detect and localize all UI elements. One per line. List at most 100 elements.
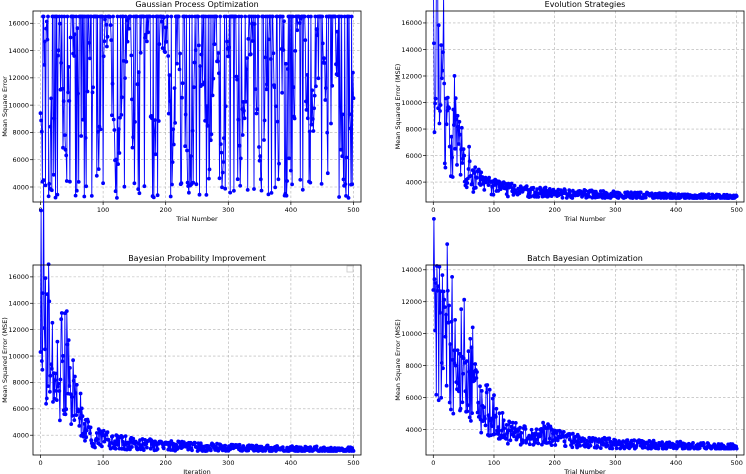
data-point [454,117,459,122]
data-point [447,303,451,308]
data-point [123,76,127,80]
data-point [165,14,170,19]
data-point [258,177,263,182]
data-point [610,446,615,451]
data-point [473,165,478,170]
data-point [56,53,60,58]
data-point [471,190,476,194]
data-point [463,389,468,394]
data-point [113,446,118,451]
data-point [432,277,437,282]
data-point [43,183,48,188]
data-point [438,109,442,113]
data-point [254,111,259,116]
data-point [460,161,465,165]
data-point [308,180,313,185]
data-point [250,39,255,43]
y-tick-label: 14000 [401,46,422,54]
x-tick-label: 300 [609,459,621,467]
data-point [434,392,439,397]
data-point [543,185,548,190]
data-point [43,276,48,280]
data-point [219,150,224,155]
data-point [495,428,499,433]
data-point [86,419,90,424]
data-point [169,14,174,19]
data-point [64,407,69,412]
data-point [105,430,110,435]
data-point [125,39,130,44]
data-point [106,438,111,442]
data-point [276,177,281,182]
data-point [42,326,47,330]
data-point [136,70,141,75]
data-point [529,427,534,432]
data-point [349,14,354,19]
data-point [39,208,43,213]
data-point [450,175,455,179]
data-point [527,442,532,447]
data-point [245,188,250,192]
data-point [489,416,494,421]
data-point [496,425,501,429]
data-point [41,14,46,19]
data-point [483,423,488,428]
data-point [351,70,355,75]
data-point [500,411,505,415]
data-point [185,180,190,185]
data-point [56,381,61,386]
data-point [142,184,147,189]
data-point [479,170,484,175]
data-point [146,30,151,35]
data-point [84,184,89,189]
y-tick-label: 16000 [8,20,29,28]
data-point [198,64,203,68]
data-point [238,156,243,161]
data-point [123,434,128,438]
data-point [87,41,92,45]
data-point [67,99,72,103]
data-point [337,195,341,199]
data-point [481,405,486,410]
data-point [39,129,44,134]
data-point [116,443,120,447]
data-point [218,142,223,147]
data-point [47,299,52,304]
data-point [171,142,176,147]
data-point [130,445,134,449]
data-point [190,448,194,453]
data-point [202,80,207,85]
data-point [455,348,460,353]
data-point [442,305,447,309]
data-point [458,172,463,177]
data-point [85,89,90,94]
data-point [204,193,209,197]
data-point [538,433,543,438]
x-tick-label: 100 [488,459,500,467]
data-point [44,26,48,31]
data-point [466,403,470,407]
data-point [442,81,447,86]
data-point [483,416,487,421]
data-point [444,312,448,317]
data-point [316,76,321,81]
y-tick-label: 10000 [401,330,422,338]
y-tick-label: 8000 [12,129,29,137]
data-point [734,194,739,199]
data-point [173,121,178,125]
data-point [226,54,231,59]
data-point [452,74,457,78]
data-point [199,52,204,57]
data-point [702,442,706,447]
data-point [77,424,82,428]
data-point [734,446,739,451]
data-point [486,413,491,418]
data-point [442,161,447,166]
data-point [561,430,566,434]
data-point [456,124,461,129]
data-point [350,182,355,187]
data-point [171,127,176,132]
data-point [253,87,258,91]
data-point [490,396,495,401]
data-point [83,438,87,443]
